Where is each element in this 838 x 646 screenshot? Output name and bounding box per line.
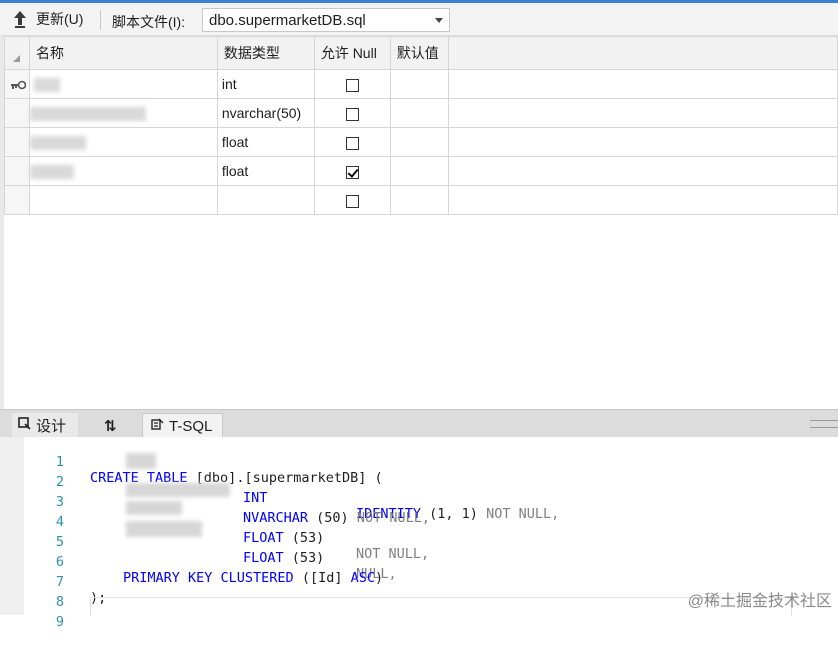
corner-triangle-icon — [13, 55, 20, 62]
default-value-cell[interactable] — [389, 98, 449, 128]
column-name-cell[interactable] — [28, 127, 218, 157]
default-value-cell[interactable] — [389, 127, 449, 157]
columns-table: 名称 数据类型 允许 Null 默认值 int nvarchar(50) flo… — [4, 36, 838, 215]
allow-null-checkbox[interactable] — [345, 107, 359, 121]
column-header-allow-null[interactable]: 允许 Null — [313, 36, 391, 70]
splitter-grip[interactable] — [810, 420, 838, 428]
default-value-cell[interactable] — [389, 185, 449, 215]
update-arrow-icon — [10, 9, 30, 29]
code-line: 6 PRIMARY KEY CLUSTERED ([Id] ASC) — [55, 554, 384, 586]
header-row: 名称 数据类型 允许 Null 默认值 — [4, 36, 838, 70]
column-designer-grid: 名称 数据类型 允许 Null 默认值 int nvarchar(50) flo… — [0, 36, 838, 409]
column-name-cell[interactable] — [28, 156, 218, 186]
data-type-cell[interactable]: int — [216, 69, 315, 99]
allow-null-checkbox[interactable] — [345, 78, 359, 92]
toolbar: 更新(U) 脚本文件(I): dbo.supermarketDB.sql — [0, 3, 838, 36]
script-file-select[interactable]: dbo.supermarketDB.sql — [202, 8, 450, 32]
tab-design-label: 设计 — [36, 418, 67, 435]
update-label: 更新(U) — [36, 11, 84, 27]
table-row[interactable]: float — [4, 127, 838, 157]
column-name-cell[interactable] — [28, 185, 218, 215]
column-name-cell[interactable] — [28, 98, 218, 128]
allow-null-cell[interactable] — [313, 127, 391, 157]
default-value-cell[interactable] — [389, 69, 449, 99]
row-selector[interactable] — [4, 98, 30, 128]
allow-null-cell[interactable] — [313, 69, 391, 99]
tab-design[interactable]: 设计 — [12, 413, 79, 438]
tab-tsql-label: T-SQL — [169, 418, 213, 435]
update-button[interactable]: 更新(U) — [10, 7, 83, 31]
script-file-value: dbo.supermarketDB.sql — [209, 12, 366, 29]
redacted-name — [33, 78, 60, 93]
table-row-new[interactable] — [4, 185, 838, 215]
row-filler — [447, 185, 838, 215]
data-type-cell[interactable]: float — [216, 127, 315, 157]
allow-null-cell[interactable] — [313, 185, 391, 215]
watermark: @稀土掘金技术社区 — [687, 593, 832, 610]
allow-null-cell[interactable] — [313, 156, 391, 186]
table-row[interactable]: int — [4, 69, 838, 99]
chevron-down-icon[interactable] — [435, 18, 443, 23]
data-type-cell[interactable]: nvarchar(50) — [216, 98, 315, 128]
allow-null-checkbox[interactable] — [345, 194, 359, 208]
allow-null-checkbox[interactable] — [345, 136, 359, 150]
redacted-identifier — [126, 483, 230, 497]
design-icon — [18, 417, 31, 434]
code-line: 7 ); — [55, 574, 107, 606]
column-header-type[interactable]: 数据类型 — [216, 36, 315, 70]
allow-null-checkbox-checked[interactable] — [345, 165, 359, 179]
column-header-name[interactable]: 名称 — [28, 36, 218, 70]
toolbar-separator — [100, 10, 101, 30]
redacted-identifier — [126, 501, 182, 515]
tsql-icon — [151, 418, 164, 435]
table-row[interactable]: float — [4, 156, 838, 186]
row-filler — [447, 127, 838, 157]
redacted-name — [29, 165, 74, 180]
row-selector[interactable] — [4, 127, 30, 157]
select-all-corner[interactable] — [4, 36, 30, 70]
redacted-name — [29, 136, 86, 151]
row-selector[interactable] — [4, 185, 30, 215]
swap-panes-button[interactable]: ⇅ — [100, 413, 133, 438]
row-selector[interactable] — [4, 156, 30, 186]
redacted-name — [29, 107, 146, 122]
pane-tab-bar: 设计 ⇅ T-SQL — [0, 409, 838, 439]
data-type-cell[interactable] — [216, 185, 315, 215]
tsql-editor[interactable]: 1 CREATE TABLE [dbo].[supermarketDB] ( 2… — [0, 437, 838, 630]
tab-tsql[interactable]: T-SQL — [142, 413, 224, 439]
row-filler — [447, 69, 838, 99]
data-type-cell[interactable]: float — [216, 156, 315, 186]
column-name-cell[interactable] — [28, 69, 218, 99]
script-file-label: 脚本文件(I): — [112, 14, 186, 30]
row-filler — [447, 156, 838, 186]
redacted-identifier — [126, 521, 202, 537]
table-row[interactable]: nvarchar(50) — [4, 98, 838, 128]
column-header-default[interactable]: 默认值 — [389, 36, 449, 70]
redacted-identifier — [126, 453, 156, 469]
row-filler — [447, 98, 838, 128]
allow-null-cell[interactable] — [313, 98, 391, 128]
column-header-filler — [447, 36, 838, 70]
row-selector[interactable] — [4, 69, 30, 99]
default-value-cell[interactable] — [389, 156, 449, 186]
current-line-box — [90, 597, 792, 616]
primary-key-icon — [10, 77, 27, 93]
swap-panes-icon: ⇅ — [104, 417, 117, 435]
